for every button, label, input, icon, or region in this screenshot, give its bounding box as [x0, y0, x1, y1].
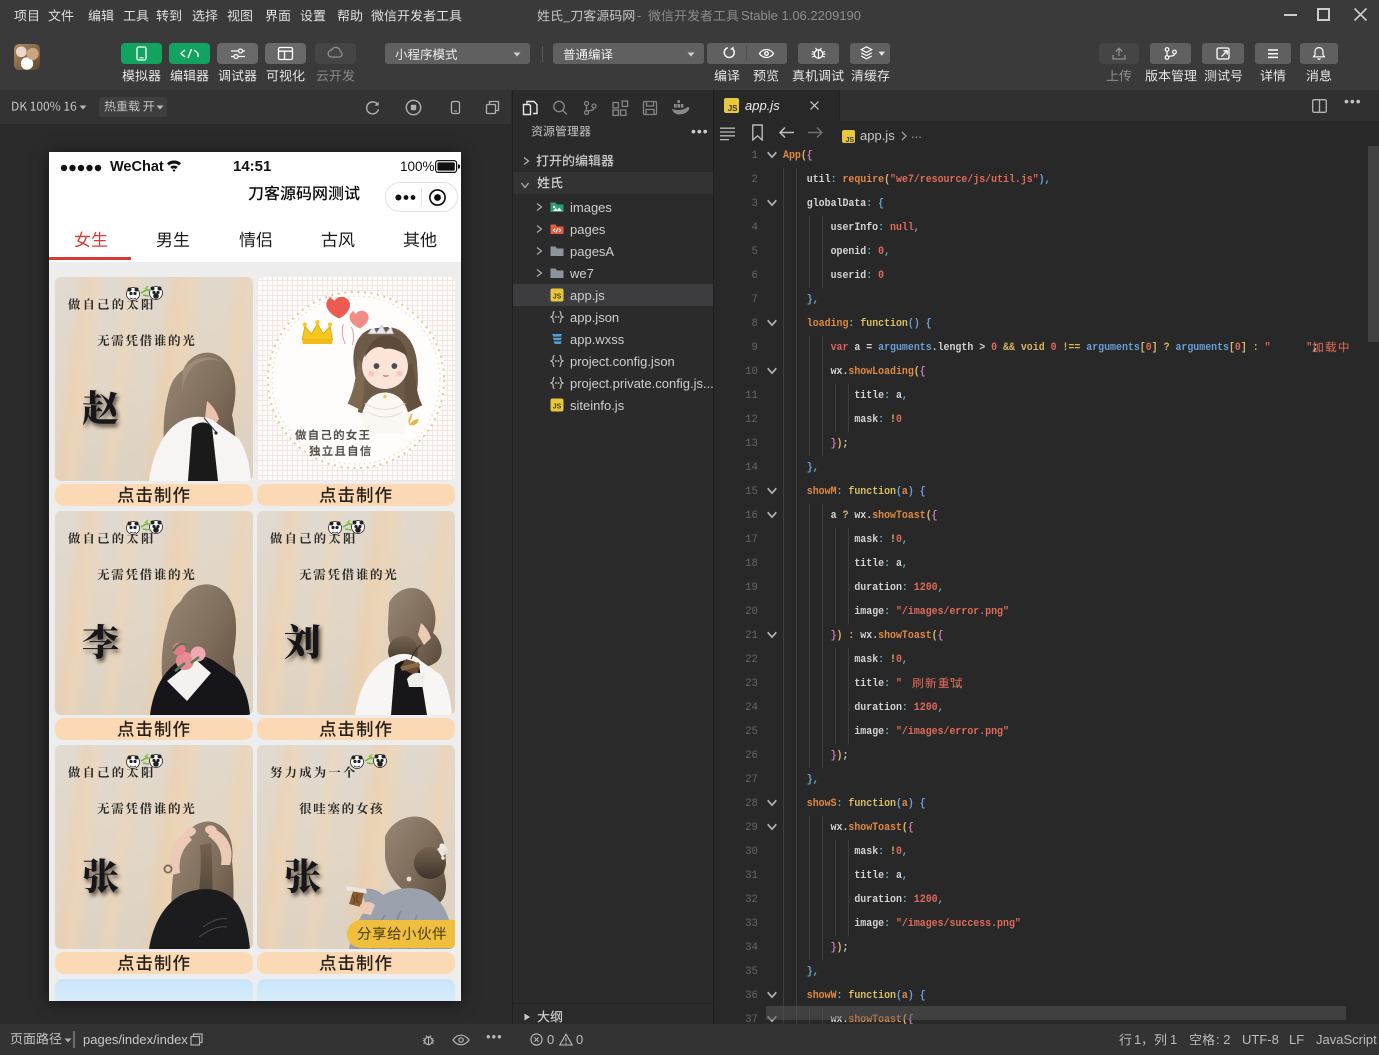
svg-text:JS: JS [553, 294, 562, 301]
svg-text:JS: JS [553, 404, 562, 411]
